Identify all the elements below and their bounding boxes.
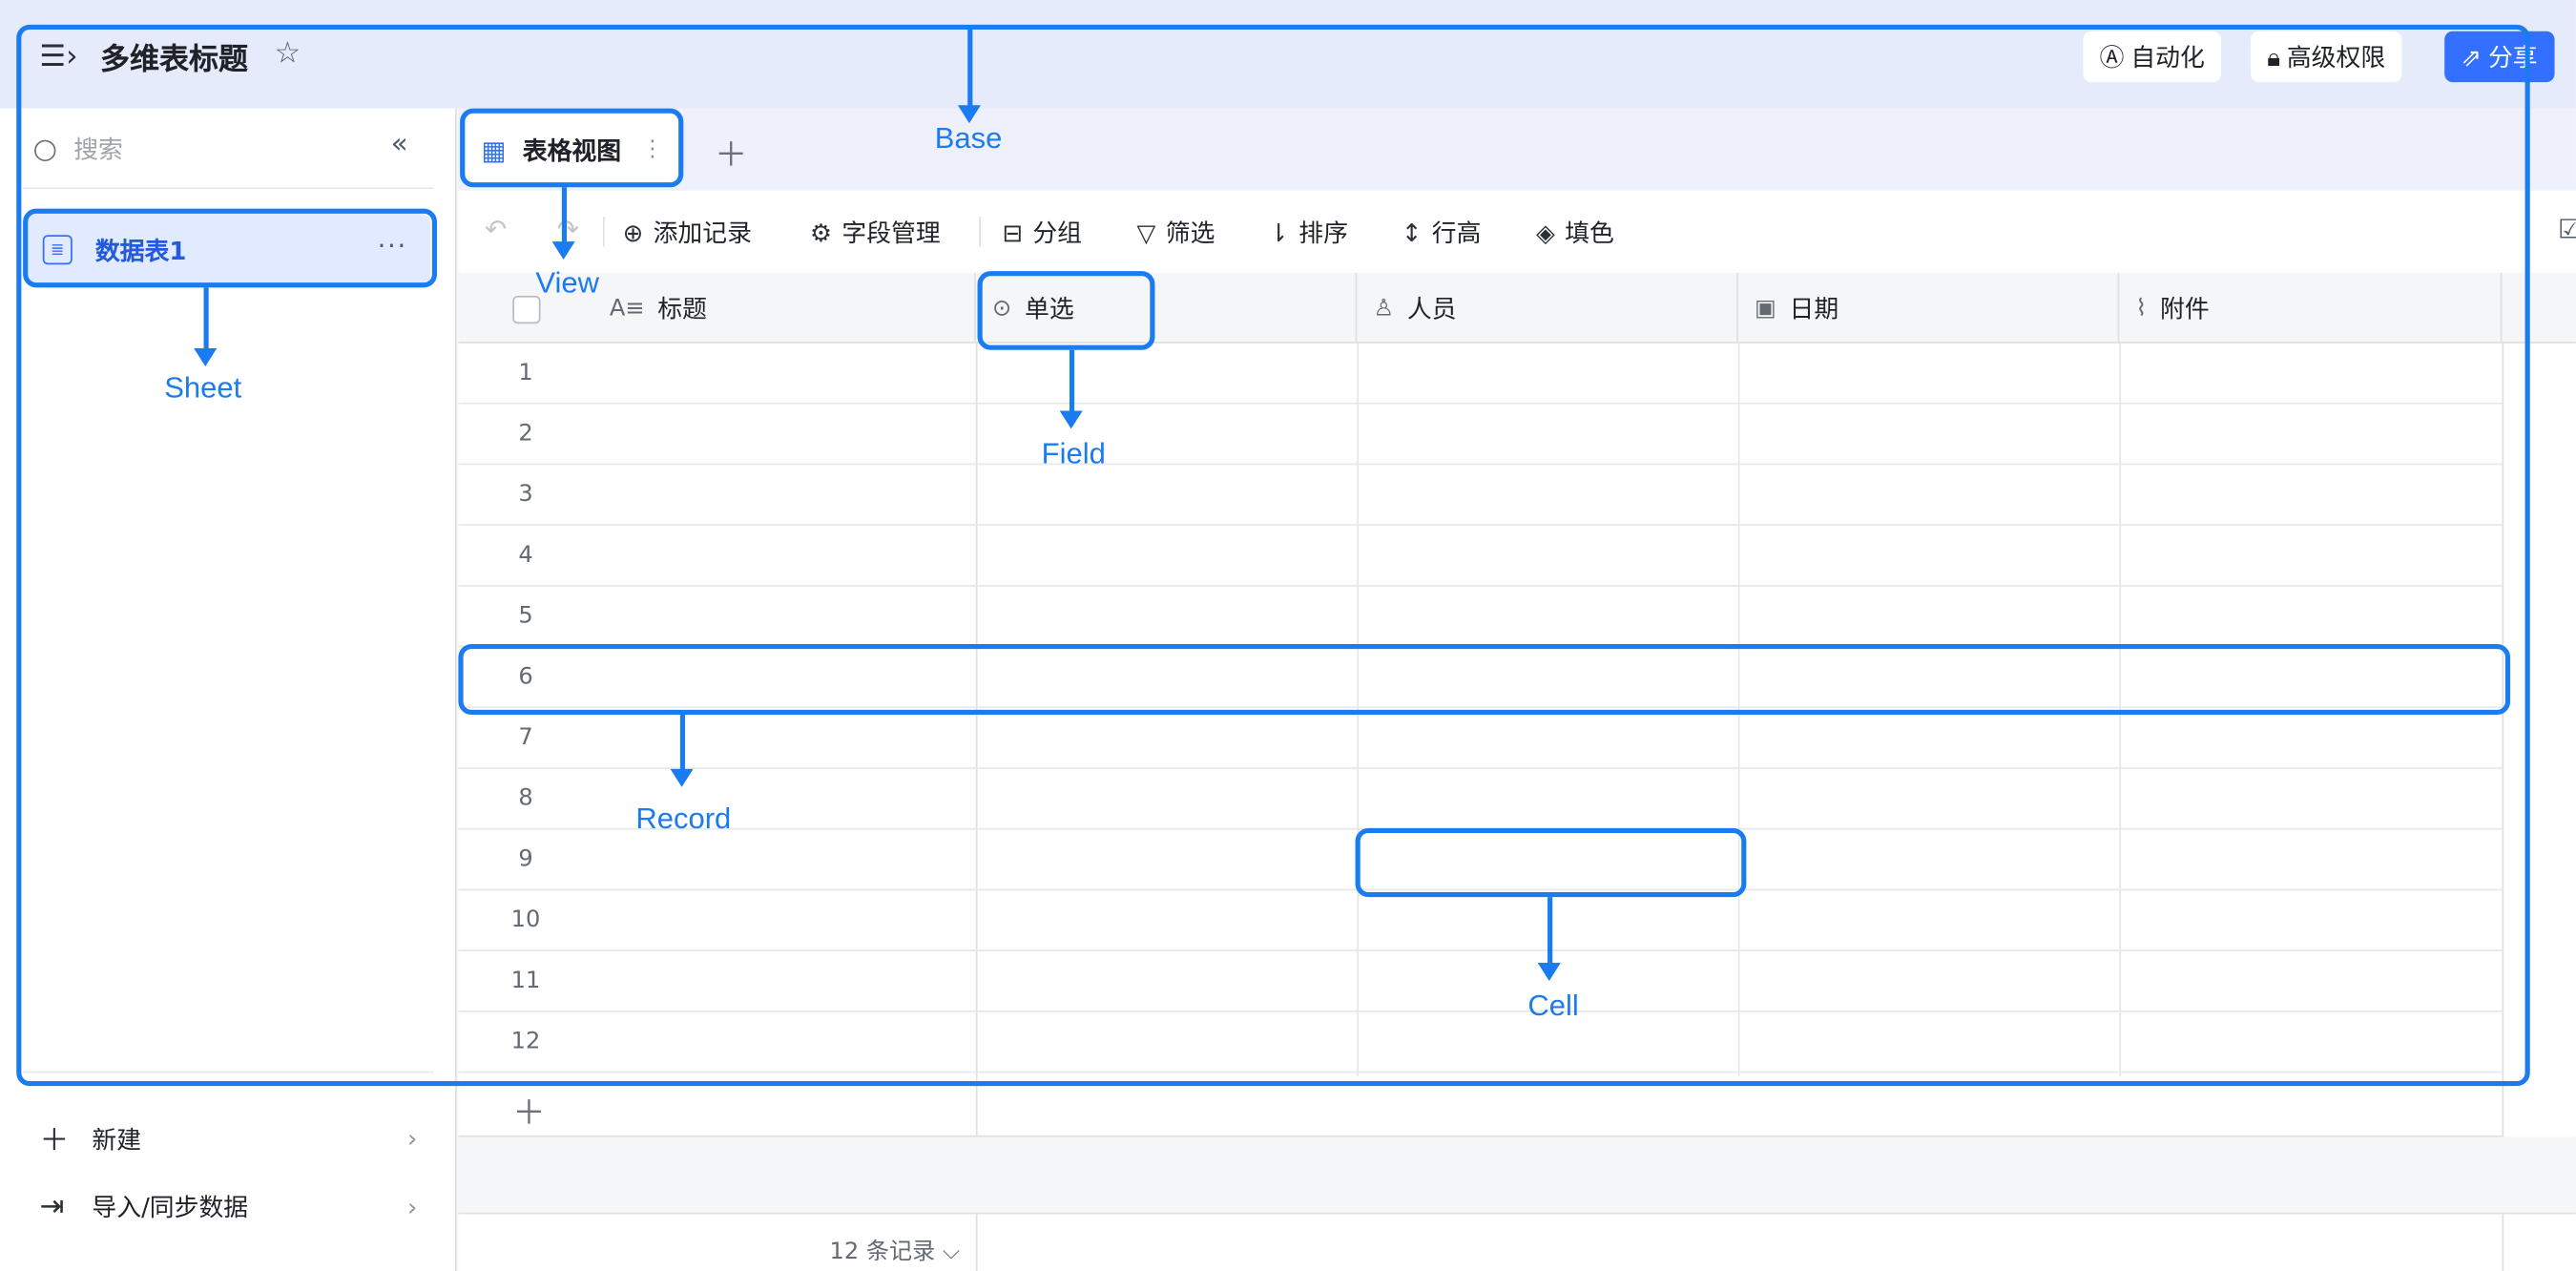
- annotation-arrow: [1059, 349, 1083, 429]
- annotation-box-cell: [1355, 827, 1747, 898]
- annotation-box-view: [460, 108, 684, 188]
- annotation-label-view: View: [535, 265, 599, 300]
- annotation-label-cell: Cell: [1527, 989, 1579, 1023]
- annotation-arrow: [551, 187, 575, 260]
- plus-icon: ＋: [512, 1093, 546, 1133]
- annotation-box-sheet: [23, 208, 438, 288]
- annotation-arrow: [670, 715, 694, 787]
- checklist-icon[interactable]: ☑: [2558, 214, 2576, 245]
- annotation-arrow: [1537, 897, 1561, 981]
- annotation-box-base: [16, 24, 2530, 1087]
- import-icon: ⇥: [39, 1189, 65, 1224]
- annotation-label-record: Record: [635, 802, 732, 835]
- annotation-arrow: [194, 287, 218, 366]
- sidebar-item-new[interactable]: ＋ 新建 ›: [39, 1117, 417, 1160]
- chevron-right-icon: ›: [407, 1123, 418, 1154]
- annotation-label-sheet: Sheet: [164, 371, 242, 405]
- chevron-right-icon: ›: [407, 1192, 418, 1222]
- record-count[interactable]: 12 条记录 ⌵: [830, 1234, 961, 1266]
- annotation-label-base: Base: [934, 121, 1003, 155]
- divider: [2502, 1214, 2504, 1271]
- annotation-box-field: [977, 271, 1155, 350]
- plus-icon: ＋: [39, 1123, 70, 1158]
- sidebar-item-import[interactable]: ⇥ 导入/同步数据 ›: [39, 1190, 417, 1224]
- annotation-arrow: [957, 28, 981, 124]
- app-window: ☰› 多维表标题 ☆ Ⓐ 自动化 🔒︎ 高级权限 ⇗ 分享 ○ 搜索 « ≣ 数…: [0, 0, 2576, 1271]
- divider: [975, 1214, 978, 1271]
- annotation-box-record: [458, 643, 2511, 716]
- annotation-label-field: Field: [1041, 437, 1106, 470]
- grid-footer: 12 条记录 ⌵: [458, 1212, 2576, 1271]
